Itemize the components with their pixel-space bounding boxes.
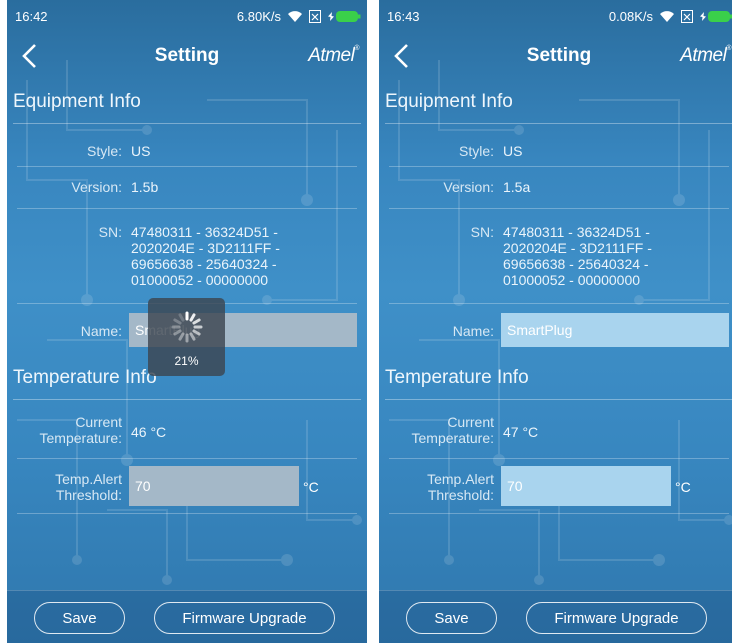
sn-value: 47480311 - 36324D51 - 2020204E - 3D2111F…	[131, 224, 280, 288]
brand-logo-text: Atmel	[308, 45, 355, 66]
brand-logo: Atmel®	[308, 45, 359, 67]
divider	[385, 123, 732, 124]
temperature-unit: °C	[675, 479, 691, 495]
phone-screen-left: 16:42 6.80K/s Setting Atmel® Equipment I…	[7, 0, 367, 643]
style-value: US	[131, 143, 151, 159]
style-value: US	[503, 143, 523, 159]
brand-logo: Atmel®	[680, 45, 731, 67]
divider	[389, 513, 729, 514]
version-value: 1.5b	[131, 179, 159, 195]
wifi-icon	[287, 10, 303, 23]
version-label: Version:	[71, 179, 122, 195]
screens-container: 16:42 6.80K/s Setting Atmel® Equipment I…	[0, 0, 732, 643]
save-button[interactable]: Save	[406, 602, 497, 634]
firmware-upgrade-button[interactable]: Firmware Upgrade	[154, 602, 335, 634]
divider	[385, 399, 732, 400]
firmware-upgrade-button[interactable]: Firmware Upgrade	[526, 602, 707, 634]
current-temperature-label: Current Temperature:	[39, 414, 122, 446]
divider	[13, 399, 361, 400]
status-time: 16:42	[15, 8, 48, 24]
name-input[interactable]	[501, 313, 729, 347]
temp-alert-threshold-label: Temp.Alert Threshold:	[427, 471, 494, 503]
nav-bar: Setting Atmel®	[7, 34, 367, 78]
version-label: Version:	[443, 179, 494, 195]
wifi-icon	[659, 10, 675, 23]
style-label: Style:	[458, 143, 494, 159]
divider	[17, 458, 357, 459]
save-button[interactable]: Save	[34, 602, 125, 634]
status-icons: 0.08K/s	[609, 9, 732, 24]
status-bar: 16:42 6.80K/s	[7, 0, 367, 32]
sim-card-icon	[681, 9, 693, 23]
divider	[17, 513, 357, 514]
name-label: Name:	[80, 323, 122, 339]
version-value: 1.5a	[503, 179, 531, 195]
equipment-info-header: Equipment Info	[385, 91, 513, 112]
loading-progress-text: 21%	[174, 354, 199, 368]
registered-mark: ®	[354, 45, 359, 52]
divider	[389, 303, 729, 304]
divider	[13, 123, 361, 124]
battery-charging-icon	[699, 10, 732, 23]
divider	[389, 458, 729, 459]
network-speed: 6.80K/s	[236, 8, 281, 24]
divider	[389, 166, 729, 167]
current-temperature-value: 47 °C	[503, 424, 539, 440]
screen-divider	[367, 0, 379, 643]
temp-alert-threshold-label: Temp.Alert Threshold:	[55, 471, 122, 503]
phone-screen-right: 16:43 0.08K/s Setting Atmel® Equipment I…	[379, 0, 732, 643]
loading-dialog: 21%	[148, 298, 225, 376]
network-speed: 0.08K/s	[608, 8, 653, 24]
bottom-action-bar: Save Firmware Upgrade	[379, 590, 732, 643]
registered-mark: ®	[726, 45, 731, 52]
style-label: Style:	[86, 143, 122, 159]
divider	[17, 208, 357, 209]
status-icons: 6.80K/s	[237, 9, 361, 24]
temp-alert-threshold-input[interactable]	[129, 466, 299, 506]
temperature-unit: °C	[303, 479, 319, 495]
nav-bar: Setting Atmel®	[379, 34, 732, 78]
temp-alert-threshold-input[interactable]	[501, 466, 671, 506]
sn-value: 47480311 - 36324D51 - 2020204E - 3D2111F…	[503, 224, 652, 288]
brand-logo-text: Atmel	[680, 45, 727, 66]
temperature-info-header: Temperature Info	[385, 367, 529, 388]
current-temperature-value: 46 °C	[131, 424, 167, 440]
sn-label: SN:	[470, 224, 494, 240]
sn-label: SN:	[98, 224, 122, 240]
status-bar: 16:43 0.08K/s	[379, 0, 732, 32]
battery-charging-icon	[327, 10, 361, 23]
status-time: 16:43	[387, 8, 420, 24]
divider	[389, 208, 729, 209]
bottom-action-bar: Save Firmware Upgrade	[7, 590, 367, 643]
current-temperature-label: Current Temperature:	[411, 414, 494, 446]
divider	[17, 166, 357, 167]
equipment-info-header: Equipment Info	[13, 91, 141, 112]
sim-card-icon	[309, 9, 321, 23]
loading-spinner-icon	[171, 311, 203, 343]
temperature-info-header: Temperature Info	[13, 367, 157, 388]
name-label: Name:	[452, 323, 494, 339]
